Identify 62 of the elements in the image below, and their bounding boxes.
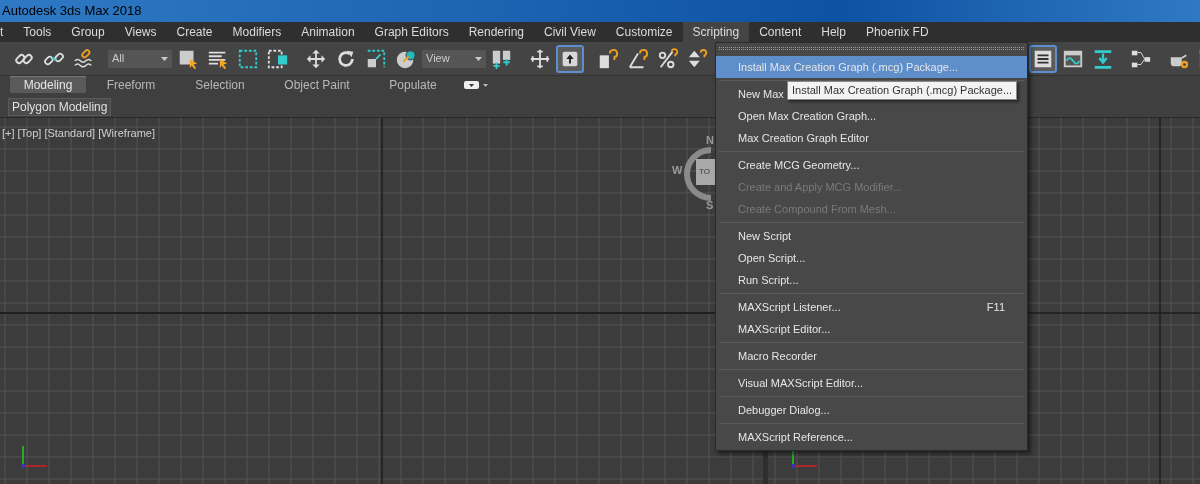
tooltip: Install Max Creation Graph (.mcg) Package... [787,81,1018,100]
download-icon [1092,47,1114,70]
menu-item[interactable]: Create [166,22,223,42]
tear-off-line[interactable] [719,47,1024,50]
caret-icon [475,56,482,61]
crosshair-icon [529,47,551,70]
angle-snap-icon [627,47,649,70]
menu-item[interactable]: t [0,22,14,42]
wave-link-icon [73,47,95,70]
shortcut-label: F11 [986,299,1005,315]
window-title: Autodesk 3ds Max 2018 [2,2,142,21]
percent-icon [657,47,679,70]
compass-letter: S [706,199,714,211]
ribbon-tab[interactable]: Freeform [86,76,176,93]
viewport-label[interactable]: [Standard] [44,125,96,142]
toolbar-button[interactable] [556,44,584,73]
axis-tripod-icon [20,444,50,470]
menu-item[interactable]: Modifiers [222,22,292,42]
compass-letter: N [706,134,714,146]
viewport-label[interactable]: [Wireframe] [98,125,155,142]
toolbar-button[interactable] [1029,44,1057,73]
viewport-label[interactable]: [+] [2,125,15,142]
menu-item[interactable]: New Script [716,225,1027,247]
menu-item[interactable]: Views [114,22,167,42]
menu-item[interactable]: Visual MAXScript Editor... [716,372,1027,394]
menu-item[interactable]: Macro Recorder [716,345,1027,367]
menu-item[interactable]: Group [61,22,115,42]
menu-item[interactable]: Max Creation Graph Editor [716,127,1027,149]
menu-item[interactable]: Scripting [682,22,750,42]
menu-item[interactable]: Animation [291,22,365,42]
viewcube-ring[interactable] [684,147,714,201]
ribbon-panel-tab[interactable]: Polygon Modeling [8,98,112,116]
menu-item[interactable]: Tools [13,22,62,42]
menu-item[interactable]: Run Script... [716,269,1027,291]
ribbon-tab[interactable]: Object Paint [264,76,370,93]
snap-icon [597,47,619,70]
dropdown[interactable]: View [422,49,486,68]
dashed-window-icon [267,47,289,70]
menu-item[interactable]: Debugger Dialog... [716,399,1027,421]
move-icon [305,47,327,70]
menu-item[interactable]: Graph Editors [364,22,459,42]
dashed-square-icon [237,47,259,70]
ribbon-tab[interactable]: Populate [370,76,456,93]
spinner-icon [687,47,709,70]
menu-item[interactable]: Civil View [534,22,606,42]
menu-item[interactable]: MAXScript Editor... [716,318,1027,340]
menu-item[interactable]: Customize [605,22,683,42]
ribbon-tab[interactable]: Modeling [10,76,86,93]
caret-icon [161,56,168,61]
viewport-label[interactable]: [Top] [17,125,42,142]
menu-item[interactable]: Rendering [458,22,535,42]
menu-item[interactable]: Open Script... [716,247,1027,269]
menu-item[interactable]: Help [811,22,856,42]
menu-item[interactable]: MAXScript Reference... [716,426,1027,448]
sphere-icon [395,47,417,70]
compass-letter: W [672,164,683,176]
menu-item[interactable]: Phoenix FD [855,22,939,42]
scale-icon [365,47,387,70]
menu-item[interactable]: Content [749,22,812,42]
dropdown[interactable]: All [108,49,172,68]
menu-item[interactable]: MAXScript Listener... F11 [716,296,1027,318]
ribbon-tab[interactable]: Selection [176,76,264,93]
